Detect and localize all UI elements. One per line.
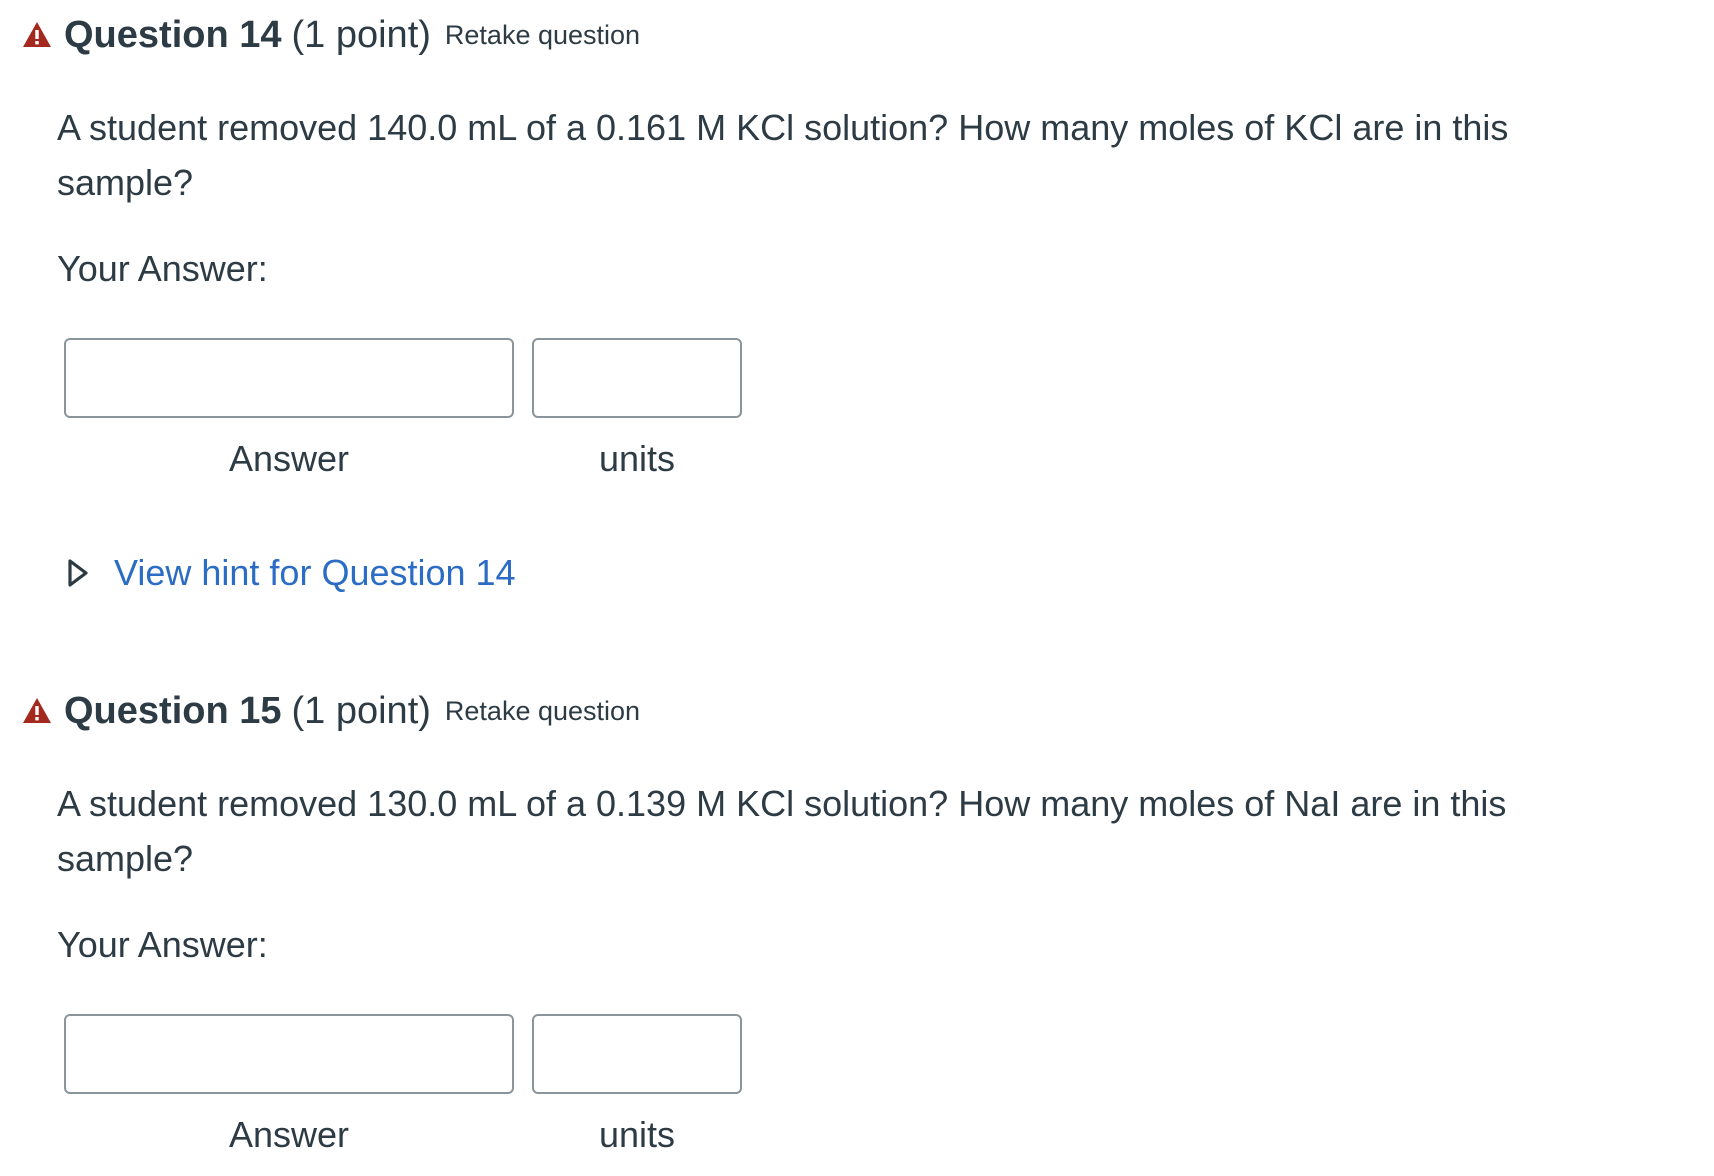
answer-input[interactable] (64, 338, 514, 418)
triangle-right-icon (68, 559, 88, 587)
units-input[interactable] (532, 1014, 742, 1094)
answer-field-label: Answer (228, 1114, 350, 1155)
retake-question-link[interactable]: Retake question (445, 696, 640, 727)
question-title: Question 15 (64, 689, 282, 732)
question-text: A student removed 130.0 mL of a 0.139 M … (57, 783, 1507, 879)
question-points: (1 point) (291, 689, 431, 732)
units-input[interactable] (532, 338, 742, 418)
view-hint-link[interactable]: View hint for Question 14 (114, 552, 516, 594)
question-header: Question 14 (1 point) Retake question (22, 10, 640, 60)
units-field-label: units (598, 438, 676, 479)
question-points: (1 point) (291, 13, 431, 56)
your-answer-label: Your Answer: (57, 924, 268, 965)
answer-field-label: Answer (228, 438, 350, 479)
your-answer-label: Your Answer: (57, 248, 268, 289)
answer-input[interactable] (64, 1014, 514, 1094)
question-header: Question 15 (1 point) Retake question (22, 686, 640, 736)
question-text: A student removed 140.0 mL of a 0.161 M … (57, 107, 1509, 203)
warning-icon (23, 22, 51, 47)
retake-question-link[interactable]: Retake question (445, 20, 640, 51)
view-hint-toggle[interactable]: View hint for Question 14 (66, 552, 516, 594)
units-field-label: units (598, 1114, 676, 1155)
warning-icon (23, 698, 51, 723)
question-title: Question 14 (64, 13, 282, 56)
